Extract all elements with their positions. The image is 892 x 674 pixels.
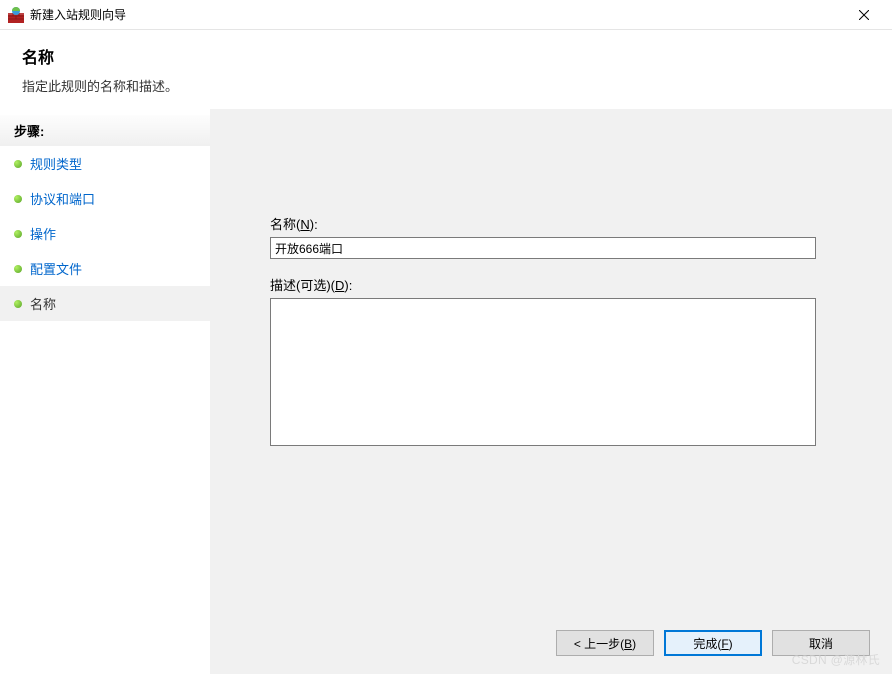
header: 名称 [0,30,892,72]
steps-header: 步骤: [0,115,210,146]
close-button[interactable] [844,1,884,29]
bullet-icon [14,160,22,168]
titlebar: 新建入站规则向导 [0,0,892,30]
sidebar-item-rule-type[interactable]: 规则类型 [0,146,210,181]
bullet-icon [14,195,22,203]
sidebar-item-name[interactable]: 名称 [0,286,210,321]
body: 步骤: 规则类型 协议和端口 操作 配置文件 名称 名称(N): [0,109,892,674]
name-input[interactable] [270,237,816,259]
name-label: 名称(N): [270,214,842,233]
main-panel: 名称(N): 描述(可选)(D): < 上一步(B) 完成(F) 取消 [210,109,892,674]
description-input[interactable] [270,298,816,446]
bullet-icon [14,300,22,308]
sidebar-item-profile[interactable]: 配置文件 [0,251,210,286]
sidebar-item-label: 协议和端口 [30,189,95,208]
sidebar-item-protocol-port[interactable]: 协议和端口 [0,181,210,216]
finish-button[interactable]: 完成(F) [664,630,762,656]
close-icon [859,10,869,20]
page-title: 名称 [22,44,870,68]
sidebar-item-label: 操作 [30,224,56,243]
sidebar: 步骤: 规则类型 协议和端口 操作 配置文件 名称 [0,109,210,674]
description-row: 描述(可选)(D): [270,275,842,449]
window-title: 新建入站规则向导 [30,6,844,23]
firewall-icon [8,7,24,23]
sidebar-item-label: 规则类型 [30,154,82,173]
back-button[interactable]: < 上一步(B) [556,630,654,656]
name-row: 名称(N): [270,214,842,259]
footer-buttons: < 上一步(B) 完成(F) 取消 [556,630,870,656]
cancel-button[interactable]: 取消 [772,630,870,656]
page-subtitle: 指定此规则的名称和描述。 [0,72,892,109]
bullet-icon [14,230,22,238]
sidebar-item-label: 名称 [30,294,56,313]
sidebar-item-action[interactable]: 操作 [0,216,210,251]
sidebar-item-label: 配置文件 [30,259,82,278]
description-label: 描述(可选)(D): [270,275,842,294]
bullet-icon [14,265,22,273]
